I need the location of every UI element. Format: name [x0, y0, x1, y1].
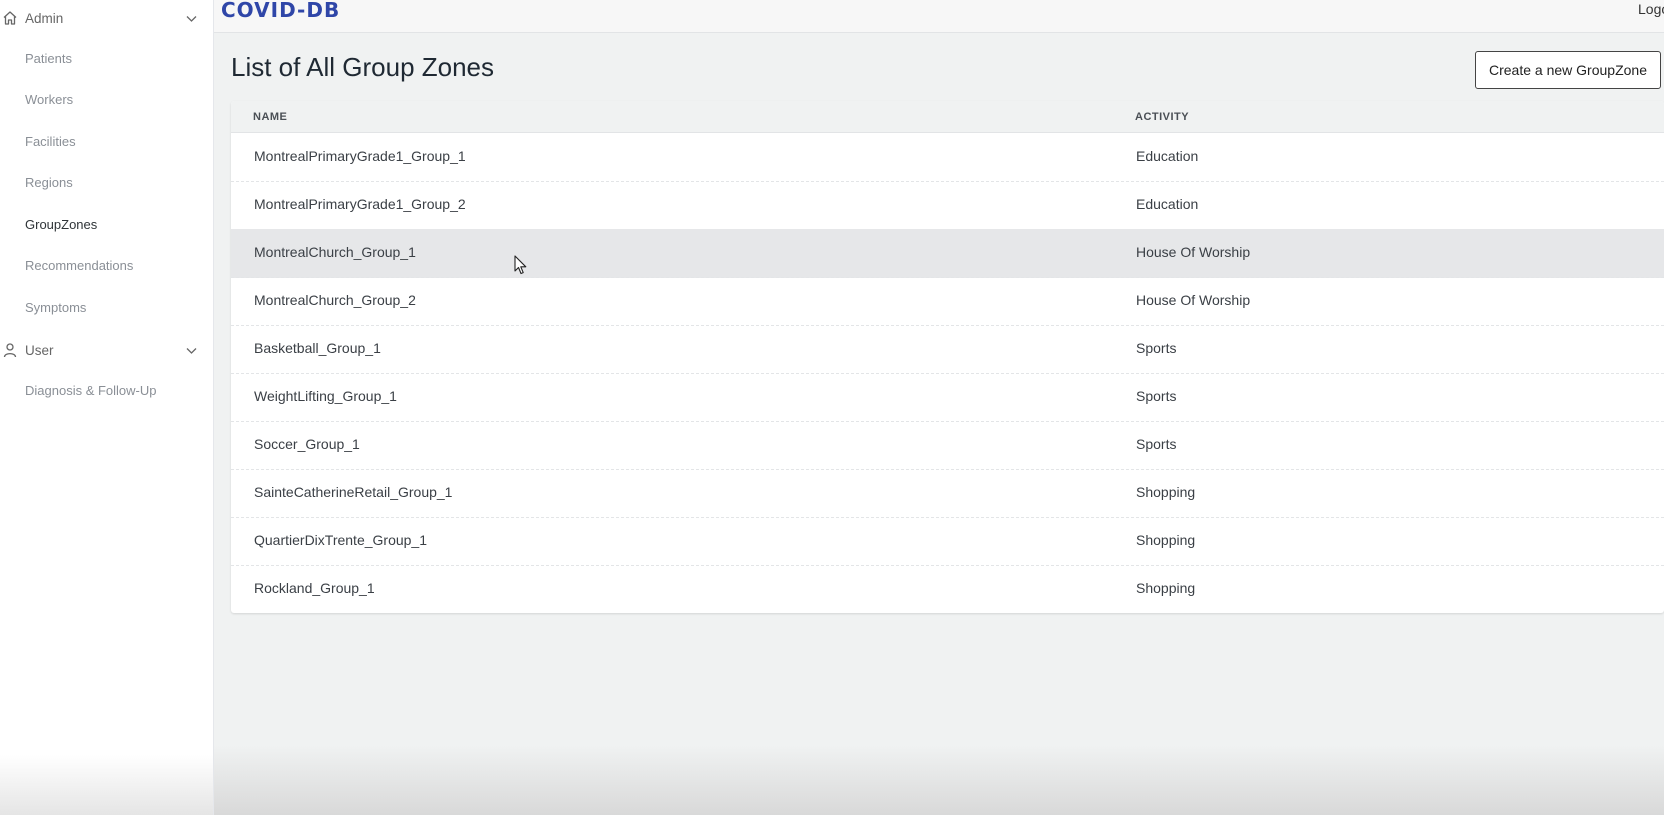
- table-row[interactable]: SainteCatherineRetail_Group_1 Shopping: [231, 469, 1664, 518]
- table-row[interactable]: MontrealChurch_Group_1 House Of Worship: [231, 229, 1664, 278]
- page-title: List of All Group Zones: [231, 52, 495, 82]
- column-header-activity[interactable]: ACTIVITY: [1135, 111, 1189, 123]
- cell-activity: Sports: [1136, 388, 1177, 404]
- sidebar-item-symptoms[interactable]: Symptoms: [25, 298, 86, 318]
- cell-activity: Shopping: [1136, 580, 1196, 596]
- cell-name: Soccer_Group_1: [254, 436, 360, 452]
- table-header: NAME ACTIVITY: [231, 101, 1664, 133]
- sidebar-item-recommendations[interactable]: Recommendations: [25, 256, 133, 276]
- table-row[interactable]: Basketball_Group_1 Sports: [231, 325, 1664, 374]
- create-groupzone-button[interactable]: Create a new GroupZone: [1475, 51, 1661, 89]
- sidebar-group-user-label: User: [25, 342, 54, 358]
- sidebar-item-regions[interactable]: Regions: [25, 173, 73, 193]
- top-bar: COVID-DB Logo: [214, 0, 1664, 33]
- cell-name: SainteCatherineRetail_Group_1: [254, 484, 453, 500]
- sidebar-group-user[interactable]: User: [0, 332, 213, 368]
- cell-name: WeightLifting_Group_1: [254, 388, 397, 404]
- cell-activity: Sports: [1136, 436, 1177, 452]
- cell-name: MontrealChurch_Group_2: [254, 292, 416, 308]
- cell-activity: Education: [1136, 148, 1199, 164]
- table-row[interactable]: Rockland_Group_1 Shopping: [231, 565, 1664, 613]
- sidebar-group-admin-label: Admin: [25, 10, 64, 26]
- home-icon: [3, 11, 17, 25]
- logout-link[interactable]: Logo: [1638, 1, 1664, 17]
- cell-name: MontrealPrimaryGrade1_Group_1: [254, 148, 466, 164]
- table-row[interactable]: MontrealPrimaryGrade1_Group_2 Education: [231, 181, 1664, 230]
- user-icon: [3, 343, 17, 358]
- sidebar-item-groupzones[interactable]: GroupZones: [25, 215, 97, 235]
- table-row[interactable]: QuartierDixTrente_Group_1 Shopping: [231, 517, 1664, 566]
- cell-activity: Education: [1136, 196, 1199, 212]
- cell-activity: Shopping: [1136, 484, 1196, 500]
- sidebar-group-admin[interactable]: Admin: [0, 0, 213, 36]
- cell-activity: Sports: [1136, 340, 1177, 356]
- table-row[interactable]: Soccer_Group_1 Sports: [231, 421, 1664, 470]
- cell-name: Rockland_Group_1: [254, 580, 375, 596]
- bottom-shade: [214, 745, 1664, 815]
- cell-activity: House Of Worship: [1136, 292, 1251, 308]
- cell-name: QuartierDixTrente_Group_1: [254, 532, 428, 548]
- cell-name: MontrealPrimaryGrade1_Group_2: [254, 196, 466, 212]
- sidebar-bottom-shade: [0, 755, 213, 815]
- cell-activity: House Of Worship: [1136, 244, 1251, 260]
- cell-activity: Shopping: [1136, 532, 1196, 548]
- column-header-name[interactable]: NAME: [253, 111, 287, 123]
- table-row[interactable]: MontrealChurch_Group_2 House Of Worship: [231, 277, 1664, 326]
- mouse-cursor-icon: [514, 255, 527, 275]
- table-row[interactable]: WeightLifting_Group_1 Sports: [231, 373, 1664, 422]
- sidebar: Admin Patients Workers Facilities Region…: [0, 0, 214, 815]
- sidebar-item-diagnosis-follow-up[interactable]: Diagnosis & Follow-Up: [25, 381, 157, 401]
- table-row[interactable]: MontrealPrimaryGrade1_Group_1 Education: [231, 133, 1664, 182]
- sidebar-item-facilities[interactable]: Facilities: [25, 132, 76, 152]
- chevron-down-icon: [186, 348, 197, 354]
- cell-name: MontrealChurch_Group_1: [254, 244, 416, 260]
- cell-name: Basketball_Group_1: [254, 340, 381, 356]
- sidebar-item-patients[interactable]: Patients: [25, 49, 72, 69]
- sidebar-item-workers[interactable]: Workers: [25, 90, 73, 110]
- groupzones-table: NAME ACTIVITY MontrealPrimaryGrade1_Grou…: [231, 101, 1664, 613]
- brand-logo[interactable]: COVID-DB: [221, 0, 340, 22]
- chevron-down-icon: [186, 16, 197, 22]
